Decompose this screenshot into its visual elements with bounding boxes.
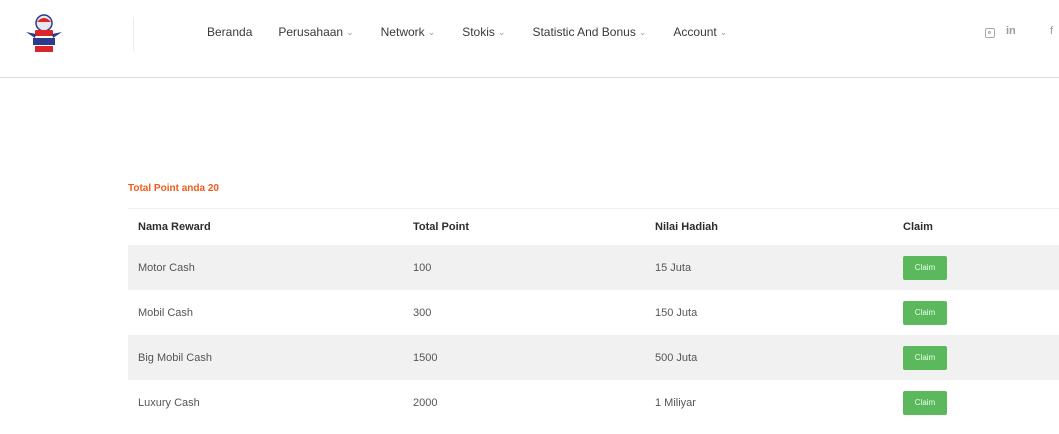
nav-account[interactable]: Account ⌄ <box>673 25 727 39</box>
rewards-table: Nama Reward Total Point Nilai Hadiah Cla… <box>128 208 1059 425</box>
header-claim: Claim <box>903 221 933 233</box>
reward-name: Big Mobil Cash <box>138 351 212 364</box>
claim-button[interactable]: Claim <box>903 300 947 325</box>
reward-value: 150 Juta <box>655 306 698 319</box>
claim-button[interactable]: Claim <box>903 255 947 280</box>
chevron-down-icon: ⌄ <box>427 27 436 37</box>
claim-button[interactable]: Claim <box>903 345 947 370</box>
linkedin-icon[interactable]: in <box>1006 25 1016 37</box>
header-nilai-hadiah: Nilai Hadiah <box>655 221 718 233</box>
chevron-down-icon: ⌄ <box>497 27 506 37</box>
table-row: Motor Cash 100 15 Juta Claim <box>128 245 1059 290</box>
claim-cell: Claim <box>901 390 1059 415</box>
facebook-icon[interactable]: f <box>1050 25 1053 37</box>
chevron-down-icon: ⌄ <box>638 27 647 37</box>
reward-name: Mobil Cash <box>138 306 194 319</box>
nav-stokis-label: Stokis <box>462 25 495 39</box>
nav-perusahaan[interactable]: Perusahaan ⌄ <box>278 25 353 39</box>
reward-value: 500 Juta <box>655 351 698 364</box>
header-nama-reward: Nama Reward <box>138 221 211 233</box>
claim-cell: Claim <box>901 255 1059 280</box>
reward-value: 1 Miliyar <box>655 396 696 409</box>
reward-total-point: 100 <box>413 261 432 274</box>
nav-network[interactable]: Network ⌄ <box>381 25 436 39</box>
claim-cell: Claim <box>901 300 1059 325</box>
nav-stokis[interactable]: Stokis ⌄ <box>462 25 505 39</box>
reward-name: Motor Cash <box>138 261 195 274</box>
nav-perusahaan-label: Perusahaan <box>278 25 344 39</box>
reward-total-point: 1500 <box>413 351 438 364</box>
reward-value: 15 Juta <box>655 261 692 274</box>
company-logo-icon[interactable] <box>20 10 68 62</box>
nav-beranda[interactable]: Beranda <box>207 25 252 39</box>
table-row: Luxury Cash 2000 1 Miliyar Claim <box>128 380 1059 425</box>
claim-button[interactable]: Claim <box>903 390 947 415</box>
header-divider <box>133 17 134 51</box>
nav-account-label: Account <box>673 25 717 39</box>
claim-cell: Claim <box>901 345 1059 370</box>
table-header: Nama Reward Total Point Nilai Hadiah Cla… <box>128 208 1059 245</box>
reward-total-point: 300 <box>413 306 432 319</box>
instagram-icon[interactable] <box>985 28 995 38</box>
chevron-down-icon: ⌄ <box>719 27 728 37</box>
table-row: Mobil Cash 300 150 Juta Claim <box>128 290 1059 335</box>
header-total-point: Total Point <box>413 221 470 233</box>
reward-total-point: 2000 <box>413 396 438 409</box>
nav-beranda-label: Beranda <box>207 25 253 39</box>
reward-name: Luxury Cash <box>138 396 200 409</box>
nav-network-label: Network <box>380 25 425 39</box>
chevron-down-icon: ⌄ <box>346 27 354 37</box>
main-nav: Beranda Perusahaan ⌄ Network ⌄ Stokis ⌄ … <box>207 25 727 39</box>
total-point-label: Total Point anda 20 <box>128 183 219 194</box>
nav-statistic-and-bonus[interactable]: Statistic And Bonus ⌄ <box>532 25 646 39</box>
table-row: Big Mobil Cash 1500 500 Juta Claim <box>128 335 1059 380</box>
nav-statistic-and-bonus-label: Statistic And Bonus <box>532 25 636 39</box>
header: Beranda Perusahaan ⌄ Network ⌄ Stokis ⌄ … <box>0 0 1059 78</box>
